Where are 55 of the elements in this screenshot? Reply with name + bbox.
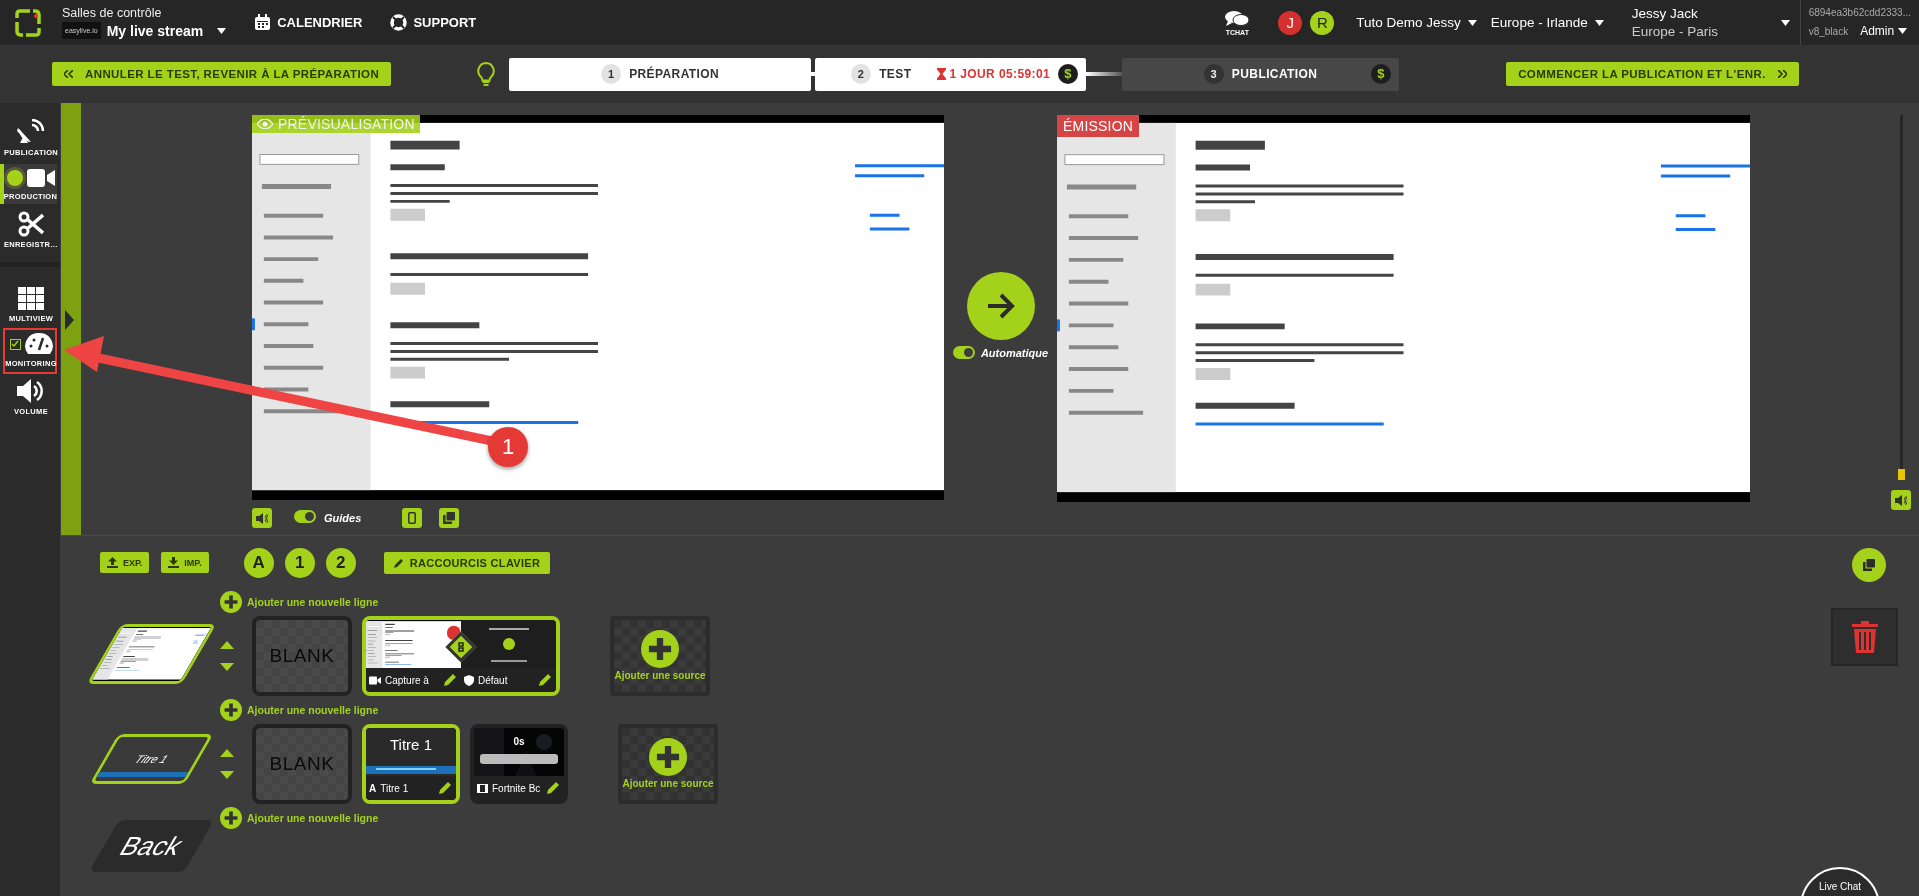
section-label: Salles de contrôle (62, 6, 163, 20)
text-type-glyph: A (369, 782, 377, 794)
role-menu[interactable]: Admin (1860, 24, 1908, 38)
preview-label: PRÉVISUALISATION (252, 115, 420, 133)
add-line-button[interactable]: Ajouter une nouvelle ligne (220, 591, 1831, 613)
step-label: TEST (879, 67, 912, 81)
account-id: 6894ea3b62cdd2333... (1808, 7, 1911, 18)
cancel-test-button[interactable]: ANNULER LE TEST, REVENIR À LA PRÉPARATION (52, 62, 392, 86)
step-number: 2 (851, 64, 872, 84)
source-name: Capture à (385, 674, 430, 686)
step-label: PRÉPARATION (629, 67, 720, 81)
pricing-icon: $ (1371, 63, 1392, 84)
shortcuts-button[interactable]: RACCOURCIS CLAVIER (383, 551, 551, 574)
add-line-button[interactable]: Ajouter une nouvelle ligne (220, 699, 1831, 721)
export-button[interactable]: EXP. (100, 552, 150, 573)
stream-selector[interactable]: My live stream (106, 22, 227, 39)
layer-title: Back (113, 830, 190, 862)
video-source-tile[interactable]: 0s Fortnite Bc (470, 724, 568, 804)
step-label: PUBLICATION (1231, 67, 1318, 81)
import-button[interactable]: IMP. (161, 552, 209, 573)
duration-text: 0s (512, 736, 526, 747)
workflow-step[interactable]: 1 PRÉPARATION (509, 57, 812, 91)
title-source-tile[interactable]: Titre 1 A Titre 1 (362, 724, 460, 804)
user-menu[interactable]: Jessy Jack Europe - Paris (1631, 6, 1790, 39)
layout-button[interactable]: A (243, 547, 274, 578)
user-avatar[interactable]: R (1310, 10, 1335, 35)
layer-thumbnail[interactable]: Back (89, 820, 214, 872)
workflow-step[interactable]: 2 TEST 1 JOUR 05:59:01 $ (815, 57, 1087, 91)
program-label: ÉMISSION (1057, 115, 1140, 137)
add-source-button[interactable]: Ajouter une source (610, 616, 710, 696)
start-publication-button[interactable]: COMMENCER LA PUBLICATION ET L'ENR. (1506, 62, 1799, 86)
add-source-button[interactable]: Ajouter une source (618, 724, 718, 804)
live-chat-button[interactable]: Live Chat (1800, 867, 1880, 896)
source-name: Fortnite Bc (492, 782, 541, 794)
layout-button[interactable]: 1 (284, 547, 315, 578)
countdown-timer: 1 JOUR 05:59:01 (937, 67, 1051, 81)
step-number: 3 (1203, 64, 1224, 84)
guides-label: Guides (324, 512, 362, 524)
pricing-icon: $ (1058, 63, 1079, 84)
layout-button[interactable]: 2 (325, 547, 356, 578)
version-label: v8_black (1808, 25, 1849, 37)
linked-source-tile[interactable]: Capture à Défaut (362, 616, 560, 696)
step-number: 1 (601, 64, 622, 84)
add-line-button[interactable]: Ajouter une nouvelle ligne (220, 807, 1831, 829)
dropdown-menu[interactable]: Europe - Irlande (1490, 15, 1604, 30)
source-name: Titre 1 (380, 782, 410, 794)
workflow-step[interactable]: 3 PUBLICATION $ (1122, 57, 1400, 91)
auto-label: Automatique (980, 346, 1049, 359)
dropdown-menu[interactable]: Tuto Demo Jessy (1356, 15, 1477, 30)
layer-title: Titre 1 (132, 753, 171, 765)
title-preview-text: Titre 1 (389, 736, 433, 753)
nav-link[interactable]: SUPPORT (390, 14, 477, 31)
nav-link[interactable]: CALENDRIER (254, 14, 363, 31)
source-name: Défaut (478, 674, 509, 686)
user-avatar[interactable]: J (1278, 10, 1303, 35)
